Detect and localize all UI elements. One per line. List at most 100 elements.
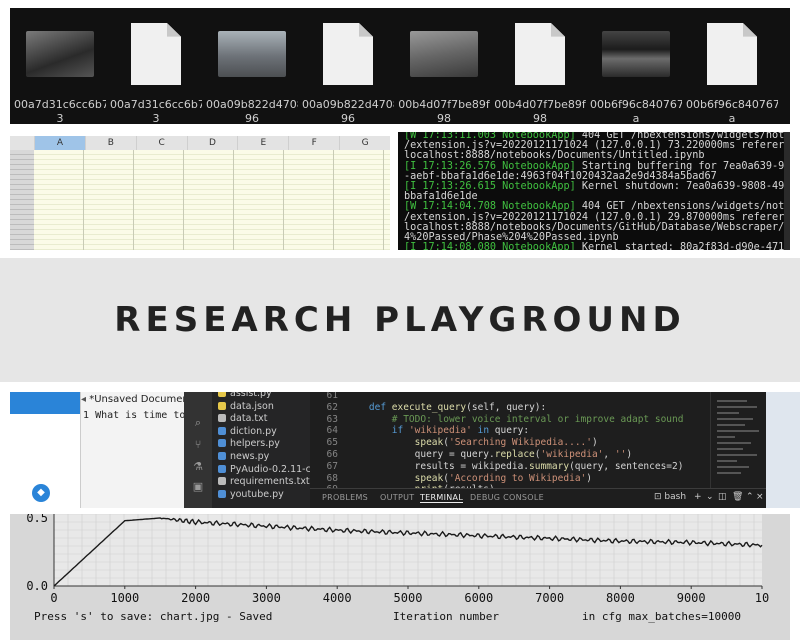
terminal-icon: ⊡ [654, 492, 665, 502]
code-line: query = query.replace('wikipedia', '') [346, 449, 633, 460]
chevron-up-icon[interactable]: ⌃ [746, 492, 754, 502]
x-tick-label: 1000 [110, 591, 139, 605]
x-tick-label: 4000 [323, 591, 352, 605]
line-number: 66 [326, 449, 338, 460]
chevron-down-icon[interactable]: ⌄ [706, 492, 714, 502]
file-thumbnail [600, 22, 672, 86]
source-control-icon[interactable]: ⑂ [191, 438, 205, 452]
title-banner: RESEARCH PLAYGROUND [0, 258, 800, 382]
x-tick-label: 7000 [535, 591, 564, 605]
file-tile[interactable]: 00a7d31c6cc6b7f 3 [110, 18, 202, 124]
file-type-icon [218, 489, 226, 498]
x-tick-label: 2000 [181, 591, 210, 605]
file-type-icon [218, 426, 226, 435]
tab-debug-console[interactable]: DEBUG CONSOLE [470, 493, 544, 502]
app-header-bar [10, 392, 80, 414]
file-type-icon [218, 392, 226, 397]
notepad-tab[interactable]: ◂ *Unsaved Document 1 [81, 394, 185, 408]
notepad-text-line[interactable]: 1 What is time today [83, 410, 185, 421]
tab-terminal[interactable]: TERMINAL [420, 493, 464, 503]
file-tree-item[interactable]: data.txt [218, 413, 268, 424]
x-tick-label: 9000 [677, 591, 706, 605]
terminal-shell-selector[interactable]: ⊡ bash [654, 492, 686, 502]
notepad-line-number: 1 [83, 410, 90, 421]
file-tree-label: diction.py [230, 425, 277, 437]
file-type-icon [218, 414, 226, 423]
file-name-suffix: a [728, 112, 736, 124]
file-thumbnail [24, 22, 96, 86]
browser-sidebar: ◆ [10, 392, 80, 508]
document-icon [696, 22, 768, 86]
minimap[interactable] [710, 392, 766, 488]
file-tile[interactable]: 00a7d31c6cc6b7f 3 [14, 18, 106, 124]
file-tile[interactable]: 00b4d07f7be89f 98 [398, 18, 490, 124]
notebook-terminal-log: [W 17:13:11.003 NotebookApp] 404 GET /nb… [398, 132, 790, 250]
notepad-tab-label: *Unsaved Document 1 [89, 394, 185, 405]
x-tick-label: 8000 [606, 591, 635, 605]
file-type-icon [218, 452, 226, 460]
trash-icon[interactable]: 🗑 [732, 492, 743, 502]
file-tree-item[interactable]: assist.py [218, 392, 272, 399]
document-icon [504, 22, 576, 86]
file-tree-item[interactable]: diction.py [218, 426, 277, 437]
column-header[interactable]: A [34, 136, 85, 150]
file-name: 00b6f96c840767f [590, 98, 682, 111]
chart-canvas: 0.0 0.5 0 1000 2000 3000 4000 5000 6000 7000 8000 9… [26, 514, 769, 623]
file-type-icon [218, 439, 226, 448]
file-tree-item[interactable]: requirements.txt [218, 476, 310, 487]
split-terminal-icon[interactable]: ◫ [718, 492, 727, 502]
file-tile[interactable]: 00a09b822d4708 96 [206, 18, 298, 124]
file-thumbnail [408, 22, 480, 86]
file-name: 00a09b822d4708 [206, 98, 298, 111]
file-tree-label: data.txt [230, 413, 268, 425]
code-editor-panel: ◆ ◂ *Unsaved Document 1 1 What is time t… [10, 392, 766, 508]
column-header[interactable]: E [237, 136, 288, 150]
file-tile[interactable]: 00b6f96c840767f a [590, 18, 682, 124]
file-name-suffix: a [632, 112, 640, 124]
file-tree-item[interactable]: helpers.py [218, 438, 280, 449]
close-icon[interactable]: × [756, 492, 764, 502]
search-icon[interactable]: ⌕ [191, 416, 205, 430]
docker-icon[interactable]: ▣ [191, 480, 205, 494]
save-status-text: Press 's' to save: chart.jpg - Saved [34, 610, 272, 623]
line-number: 65 [326, 437, 338, 449]
file-tile[interactable]: 00b4d07f7be89f 98 [494, 18, 586, 124]
tab-problems[interactable]: PROBLEMS [322, 493, 368, 502]
line-number: 64 [326, 425, 338, 437]
add-terminal-icon[interactable]: + [694, 492, 702, 502]
document-icon [120, 22, 192, 86]
code-line: speak('Searching Wikipedia....') [414, 437, 598, 449]
file-type-icon [218, 464, 226, 473]
file-tree-item[interactable]: news.py [218, 451, 269, 462]
terminal-scrollbar[interactable] [784, 132, 790, 250]
file-tile[interactable]: 00a09b822d4708 96 [302, 18, 394, 124]
column-header[interactable]: F [288, 136, 339, 150]
code-area[interactable]: def execute_query(self, query): # TODO: … [342, 392, 710, 495]
column-header[interactable]: C [135, 136, 187, 150]
column-header[interactable]: G [339, 136, 390, 150]
column-header[interactable]: B [84, 136, 136, 150]
activity-bar: ⌕ ⑂ ⚗ ▣ [184, 392, 212, 508]
file-name-suffix: 3 [56, 112, 64, 124]
code-line: speak('According to Wikipedia') [414, 472, 592, 484]
flask-icon[interactable]: ⚗ [191, 460, 205, 474]
tab-output[interactable]: OUTPUT [380, 493, 414, 502]
file-name-suffix: 96 [341, 112, 355, 124]
terminal-shell-name: bash [664, 492, 687, 502]
file-tile[interactable]: 00b6f96c840767f a [686, 18, 778, 124]
line-number: 68 [326, 472, 338, 484]
file-name: 00a09b822d4708 [302, 98, 394, 111]
code-line: if 'wikipedia' in query: [391, 425, 530, 437]
notepad-line-text: What is time today [95, 410, 185, 421]
x-tick-label: 10 [755, 591, 769, 605]
spreadsheet-cells[interactable] [10, 150, 390, 250]
file-tree-item[interactable]: youtube.py [218, 489, 284, 500]
file-browser-panel: 00a7d31c6cc6b7f 3 00a7d31c6cc6b7f 3 00a0… [0, 0, 800, 124]
y-tick-label: 0.0 [26, 579, 48, 593]
code-line: # TODO: lower voice interval or improve … [391, 413, 684, 425]
file-tree-item[interactable]: data.json [218, 401, 274, 412]
column-header[interactable]: D [186, 136, 238, 150]
diamond-icon[interactable]: ◆ [32, 484, 50, 502]
banner-title: RESEARCH PLAYGROUND [114, 300, 686, 340]
max-batches-text: in cfg max_batches=10000 [582, 610, 741, 623]
